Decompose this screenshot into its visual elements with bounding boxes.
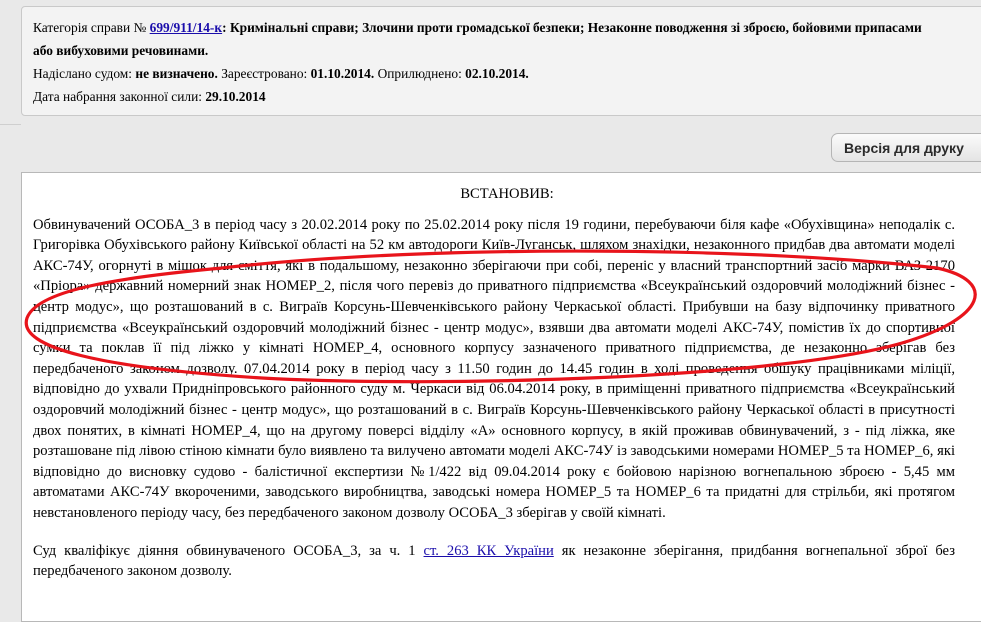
published-label: Оприлюднено: xyxy=(377,66,462,81)
paragraph-2-start: Суд кваліфікує діяння обвинуваченого ОСО… xyxy=(33,542,424,559)
case-category-line-cont: або вибуховими речовинами. xyxy=(33,39,981,62)
document-heading: ВСТАНОВИВ: xyxy=(460,186,554,202)
effective-value: 29.10.2014 xyxy=(205,89,266,104)
published-value: 02.10.2014. xyxy=(465,66,529,81)
registered-label: Зареєстровано: xyxy=(221,66,308,81)
document-paragraph-2: Суд кваліфікує діяння обвинуваченого ОСО… xyxy=(33,541,955,582)
document-frame[interactable]: ВСТАНОВИВ: Обвинувачений ОСОБА_3 в періо… xyxy=(21,172,981,622)
case-category-line: Категорія справи № 699/911/14-к: Криміна… xyxy=(33,20,922,35)
category-path: Кримінальні справи; Злочини проти громад… xyxy=(229,20,922,35)
document-text: ВСТАНОВИВ: Обвинувачений ОСОБА_3 в періо… xyxy=(33,173,955,582)
print-version-button[interactable]: Версія для друку xyxy=(831,133,981,162)
effective-label: Дата набрання законної сили: xyxy=(33,89,202,104)
category-path-cont: або вибуховими речовинами. xyxy=(33,43,209,58)
divider xyxy=(0,124,21,125)
criminal-code-link[interactable]: ст. 263 КК України xyxy=(424,543,554,559)
registered-value: 01.10.2014. xyxy=(310,66,375,81)
effective-date-line: Дата набрання законної сили: 29.10.2014 xyxy=(33,85,981,108)
case-dates-line: Надіслано судом: не визначено. Зареєстро… xyxy=(33,62,981,85)
case-info-panel: Категорія справи № 699/911/14-к: Криміна… xyxy=(21,6,981,116)
sent-by-court-value: не визначено. xyxy=(135,66,218,81)
document-paragraph-1: Обвинувачений ОСОБА_3 в період часу з 20… xyxy=(33,216,955,521)
case-number-link[interactable]: 699/911/14-к xyxy=(150,20,222,35)
category-label: Категорія справи № xyxy=(33,20,147,35)
sent-by-court-label: Надіслано судом: xyxy=(33,66,132,81)
